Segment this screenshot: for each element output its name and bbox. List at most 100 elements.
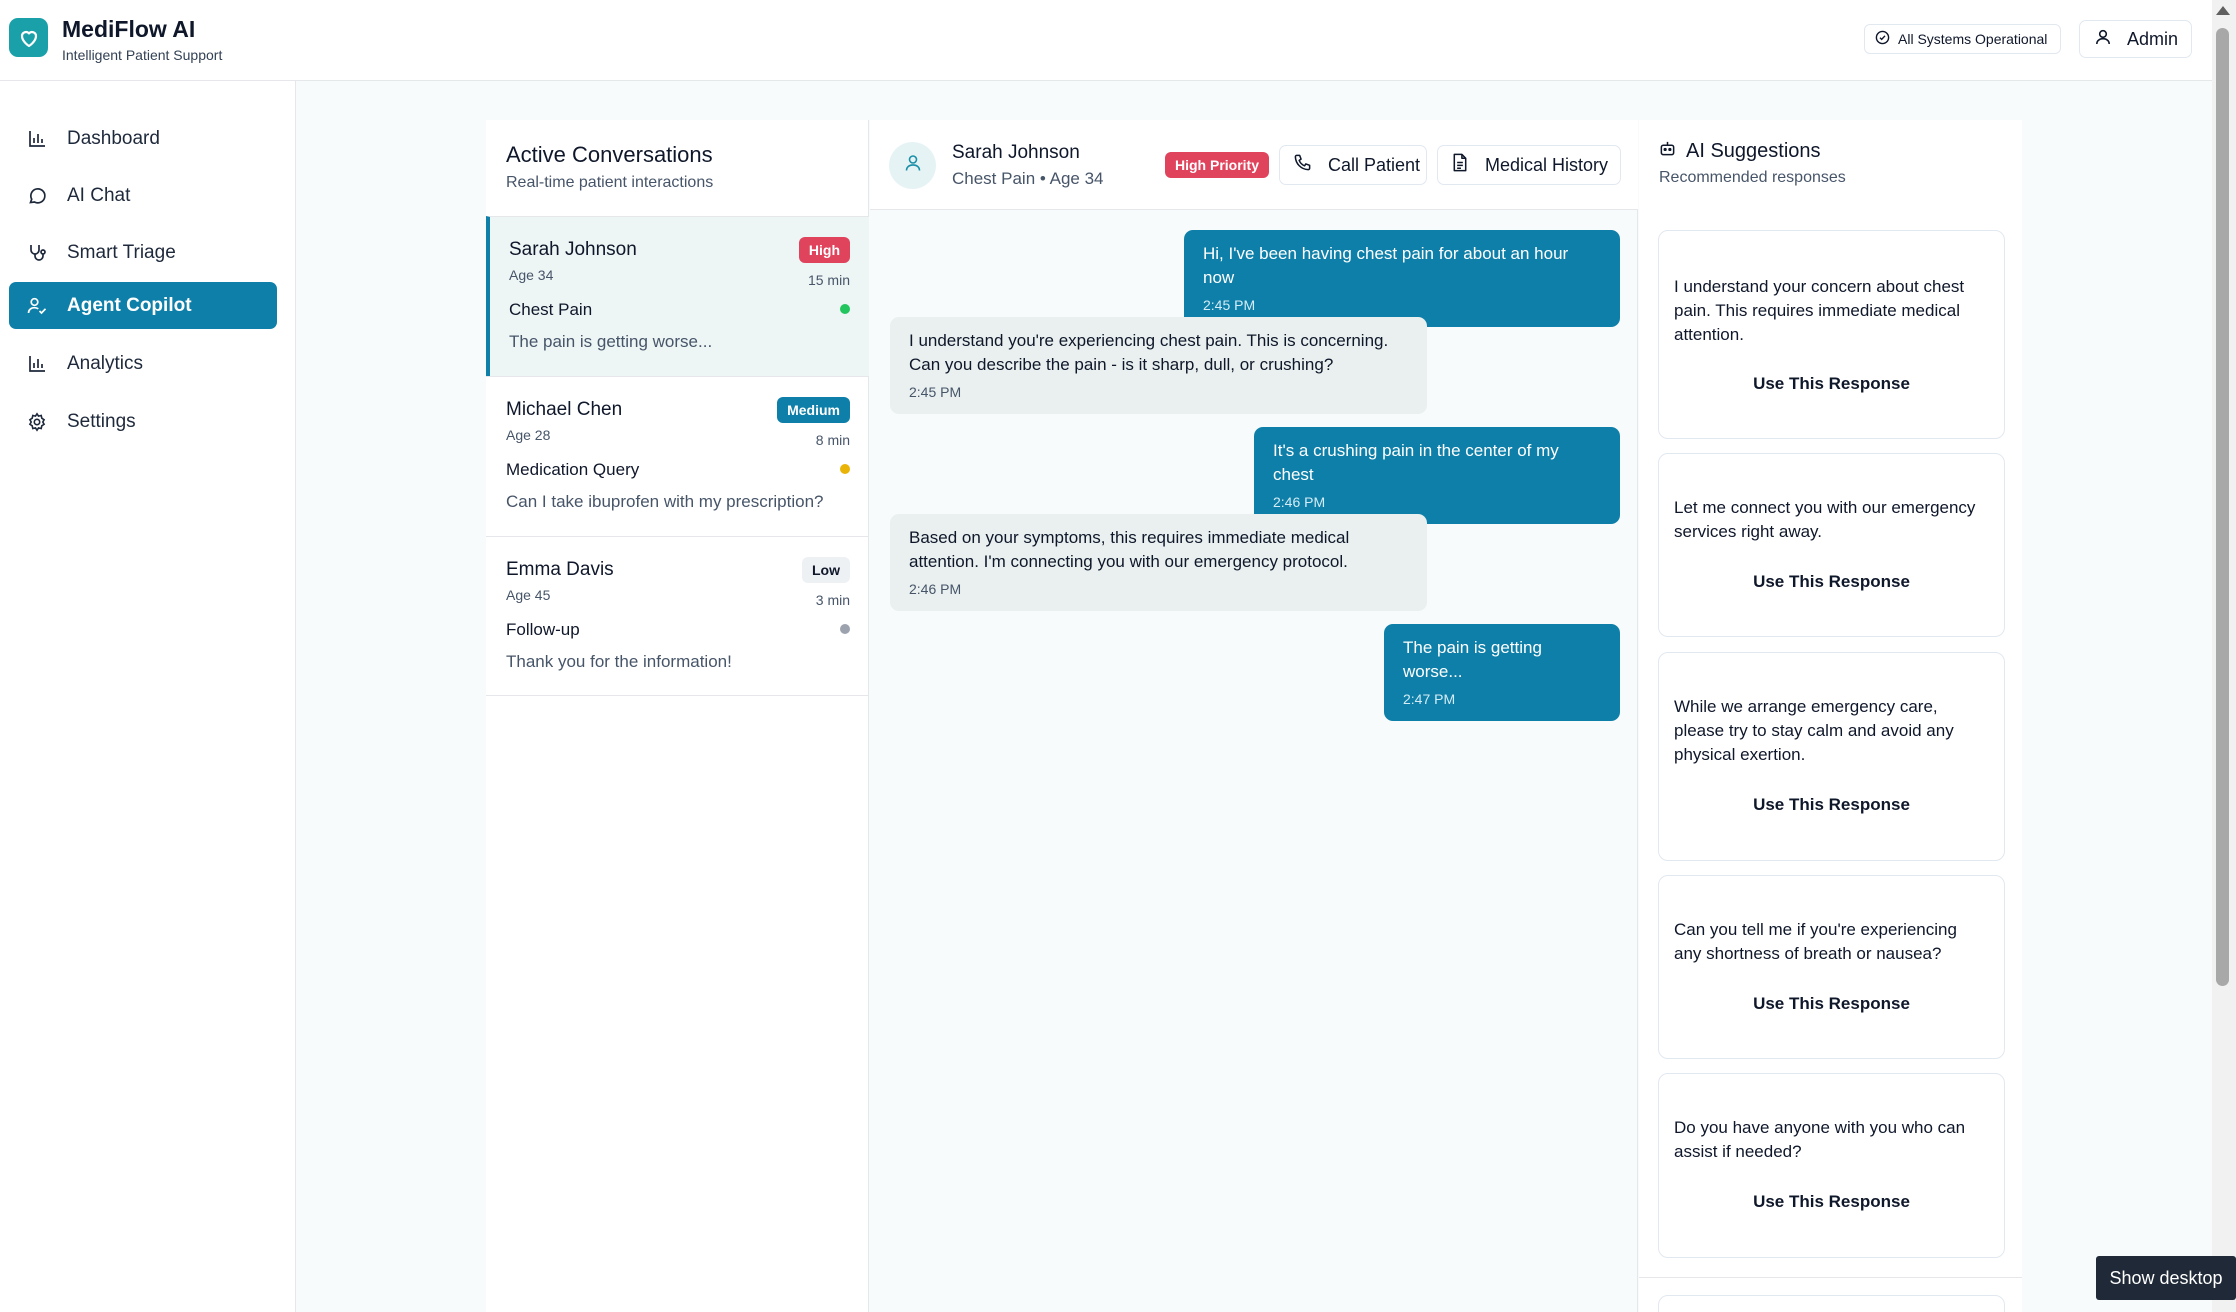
- message-time: 2:46 PM: [1273, 494, 1326, 510]
- message-incoming: Based on your symptoms, this requires im…: [890, 514, 1427, 611]
- medical-history-label: Medical History: [1485, 154, 1609, 175]
- sidebar-item-agent-copilot[interactable]: Agent Copilot: [9, 282, 277, 329]
- stethoscope-icon: [26, 242, 48, 264]
- call-patient-button[interactable]: Call Patient: [1279, 145, 1427, 185]
- suggestion-text: Let me connect you with our emergency se…: [1674, 498, 1976, 541]
- ai-suggestions-title: AI Suggestions: [1659, 140, 1821, 163]
- use-response-button[interactable]: Use This Response: [1659, 572, 2004, 592]
- chat-bubble-icon: [26, 185, 48, 207]
- conversation-age: Age 45: [506, 587, 551, 603]
- sidebar-item-label: Dashboard: [67, 127, 160, 149]
- conversation-topic: Medication Query: [506, 460, 640, 479]
- bar-chart-icon: [26, 353, 48, 375]
- status-dot: [840, 624, 850, 634]
- chat-header: Sarah Johnson Chest Pain • Age 34 High P…: [870, 120, 1638, 210]
- medical-history-button[interactable]: Medical History: [1437, 145, 1621, 185]
- conversation-last-message: The pain is getting worse...: [509, 332, 713, 351]
- conversation-time: 15 min: [807, 272, 850, 288]
- conversation-age: Age 34: [509, 267, 554, 283]
- conversation-topic: Follow-up: [506, 620, 580, 639]
- priority-badge: Low: [802, 557, 850, 583]
- conversations-title: Active Conversations: [506, 142, 713, 167]
- message-text: The pain is getting worse...: [1403, 638, 1542, 681]
- conversation-name: Emma Davis: [506, 559, 614, 580]
- bar-chart-icon: [26, 128, 48, 150]
- suggestion-text: Do you have anyone with you who can assi…: [1674, 1118, 1966, 1161]
- priority-badge: High Priority: [1165, 152, 1270, 178]
- conversations-panel: Active Conversations Real-time patient i…: [486, 120, 869, 1312]
- suggestion-text: Can you tell me if you're experiencing a…: [1674, 920, 1957, 963]
- admin-user-button[interactable]: Admin: [2079, 20, 2192, 58]
- conversation-age: Age 28: [506, 427, 551, 443]
- document-icon: [1451, 153, 1469, 177]
- conversation-time: 8 min: [815, 432, 850, 448]
- conversation-item-michael-chen[interactable]: Michael Chen Age 28 Medium 8 min Medicat…: [486, 376, 869, 536]
- check-circle-icon: [1875, 30, 1890, 48]
- use-response-button[interactable]: Use This Response: [1659, 374, 2004, 394]
- message-time: 2:47 PM: [1403, 691, 1456, 707]
- suggestion-card: Let me connect you with our emergency se…: [1658, 453, 2005, 637]
- message-text: It's a crushing pain in the center of my…: [1273, 441, 1559, 484]
- suggestion-card: [1658, 1295, 2005, 1312]
- sidebar-item-analytics[interactable]: Analytics: [9, 340, 277, 387]
- ai-suggestions-subtitle: Recommended responses: [1659, 169, 1846, 186]
- scroll-up-arrow-icon[interactable]: [2216, 6, 2230, 15]
- patient-name: Sarah Johnson: [952, 142, 1080, 163]
- message-text: Hi, I've been having chest pain for abou…: [1203, 244, 1569, 287]
- conversation-last-message: Thank you for the information!: [506, 652, 732, 671]
- message-outgoing: It's a crushing pain in the center of my…: [1254, 427, 1620, 524]
- status-dot: [840, 464, 850, 474]
- scrollbar-thumb[interactable]: [2216, 28, 2229, 986]
- user-check-icon: [26, 295, 48, 317]
- conversation-last-message: Can I take ibuprofen with my prescriptio…: [506, 492, 824, 511]
- divider: [1639, 1277, 2022, 1278]
- use-response-button[interactable]: Use This Response: [1659, 795, 2004, 815]
- sidebar-item-label: AI Chat: [67, 184, 131, 206]
- conversation-item-emma-davis[interactable]: Emma Davis Age 45 Low 3 min Follow-up Th…: [486, 536, 869, 696]
- app-title: MediFlow AI: [62, 16, 196, 42]
- sidebar: Dashboard AI Chat Smart Triage Agent Cop…: [0, 81, 296, 1312]
- priority-badge: Medium: [777, 397, 850, 423]
- suggestion-card: Can you tell me if you're experiencing a…: [1658, 875, 2005, 1059]
- use-response-button[interactable]: Use This Response: [1659, 1192, 2004, 1212]
- sidebar-item-settings[interactable]: Settings: [9, 398, 277, 445]
- conversation-name: Michael Chen: [506, 399, 623, 420]
- suggestion-card: I understand your concern about chest pa…: [1658, 230, 2005, 439]
- sidebar-item-smart-triage[interactable]: Smart Triage: [9, 229, 277, 276]
- patient-meta: Chest Pain • Age 34: [952, 169, 1104, 188]
- suggestion-text: While we arrange emergency care, please …: [1674, 697, 1954, 764]
- chat-panel: Sarah Johnson Chest Pain • Age 34 High P…: [870, 120, 1638, 1312]
- message-incoming: I understand you're experiencing chest p…: [890, 317, 1427, 414]
- conversation-name: Sarah Johnson: [509, 239, 637, 260]
- avatar: [889, 142, 936, 189]
- call-patient-label: Call Patient: [1328, 154, 1421, 175]
- app-subtitle: Intelligent Patient Support: [62, 47, 223, 63]
- sidebar-item-ai-chat[interactable]: AI Chat: [9, 172, 277, 219]
- heart-icon: [9, 18, 48, 57]
- sidebar-item-label: Analytics: [67, 352, 144, 374]
- message-outgoing: Hi, I've been having chest pain for abou…: [1184, 230, 1620, 327]
- conversation-item-sarah-johnson[interactable]: Sarah Johnson Age 34 High 15 min Chest P…: [486, 216, 869, 376]
- message-text: Based on your symptoms, this requires im…: [909, 528, 1350, 571]
- priority-badge: High: [798, 237, 850, 263]
- status-dot: [840, 304, 850, 314]
- sidebar-item-dashboard[interactable]: Dashboard: [9, 115, 277, 162]
- gear-icon: [26, 411, 48, 433]
- message-time: 2:45 PM: [1203, 297, 1256, 313]
- message-time: 2:46 PM: [909, 581, 962, 597]
- admin-label: Admin: [2127, 28, 2179, 49]
- sidebar-item-label: Smart Triage: [67, 241, 176, 263]
- user-icon: [903, 153, 923, 178]
- suggestion-card: Do you have anyone with you who can assi…: [1658, 1073, 2005, 1258]
- use-response-button[interactable]: Use This Response: [1659, 994, 2004, 1014]
- user-icon: [2094, 28, 2112, 51]
- message-outgoing: The pain is getting worse... 2:47 PM: [1384, 624, 1620, 721]
- conversation-time: 3 min: [815, 592, 850, 608]
- ai-suggestions-panel: AI Suggestions Recommended responses I u…: [1639, 120, 2022, 1312]
- suggestion-text: I understand your concern about chest pa…: [1674, 277, 1965, 344]
- system-status-text: All Systems Operational: [1898, 31, 2048, 47]
- suggestion-card: While we arrange emergency care, please …: [1658, 652, 2005, 861]
- conversations-subtitle: Real-time patient interactions: [506, 174, 714, 191]
- show-desktop-tooltip[interactable]: Show desktop: [2096, 1256, 2236, 1300]
- sidebar-item-label: Settings: [67, 410, 136, 432]
